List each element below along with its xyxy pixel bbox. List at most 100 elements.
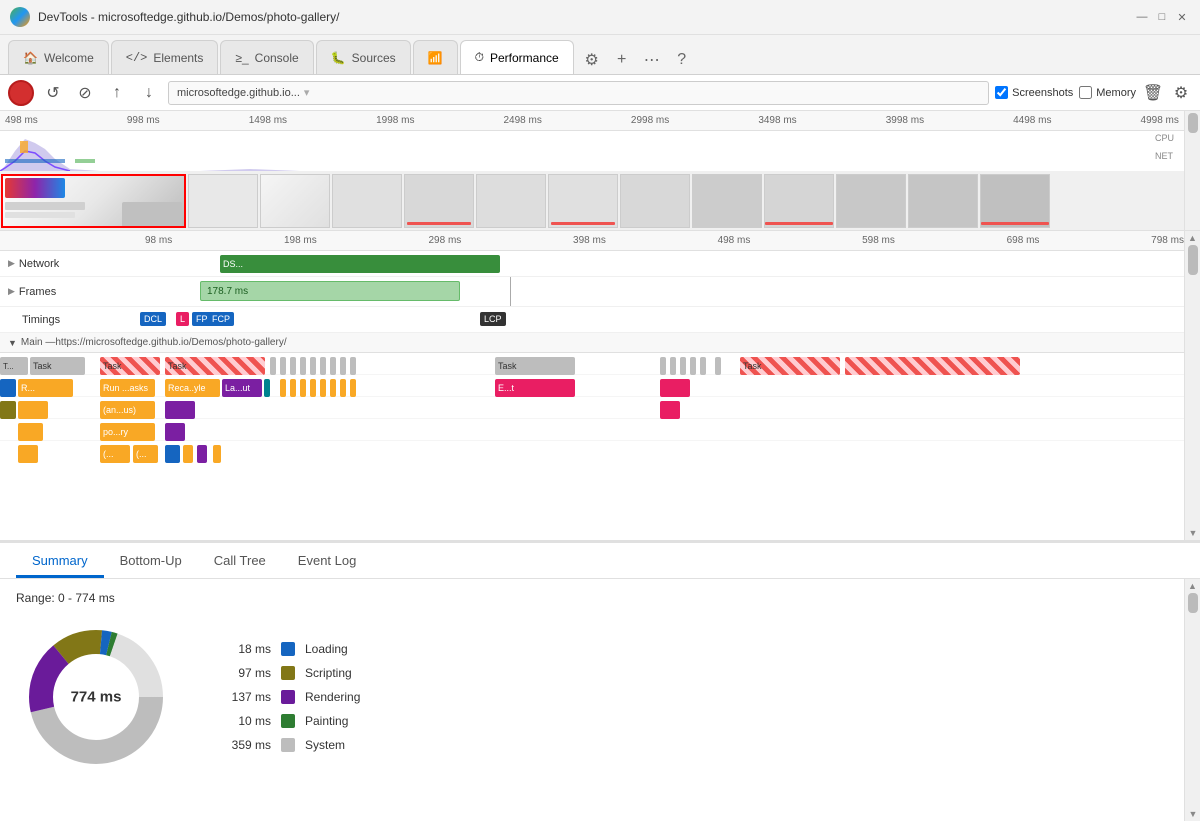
screenshot-thumb-6[interactable] (548, 174, 618, 228)
screenshot-thumb-10[interactable] (836, 174, 906, 228)
sub-task-r1[interactable]: R... (18, 379, 73, 397)
task-small4[interactable] (300, 357, 306, 375)
row5-an2[interactable]: (... (133, 445, 158, 463)
timing-lcp[interactable]: LCP (480, 312, 506, 326)
bottom-scrollbar[interactable]: ▲ ▼ (1184, 579, 1200, 821)
timings-track-content[interactable]: DCL L FP FCP LCP (140, 307, 1200, 332)
tab-console[interactable]: ≥_ Console (220, 40, 313, 74)
help-button[interactable]: ? (668, 46, 696, 74)
timeline-scrollbar-thumb[interactable] (1188, 245, 1198, 275)
url-chevron[interactable]: ▾ (304, 86, 310, 99)
task-small5[interactable] (310, 357, 316, 375)
network-expand-icon[interactable]: ▶ (8, 258, 15, 269)
tab-bottom-up[interactable]: Bottom-Up (104, 546, 198, 578)
new-tab-button[interactable]: + (608, 46, 636, 74)
bottom-scrollbar-thumb[interactable] (1188, 593, 1198, 613)
task-small14[interactable] (700, 357, 706, 375)
task-task6[interactable] (845, 357, 1020, 375)
task-task1[interactable]: Task (30, 357, 85, 375)
task-small6[interactable] (320, 357, 326, 375)
row4-y1[interactable] (18, 423, 43, 441)
tab-performance[interactable]: ⏱ Performance (460, 40, 574, 74)
task-small2[interactable] (280, 357, 286, 375)
task-task2[interactable]: Task (100, 357, 160, 375)
sub-task-et[interactable]: E...t (495, 379, 575, 397)
network-track-content[interactable]: DS... (140, 251, 1200, 276)
sub-task-y4[interactable] (310, 379, 316, 397)
tab-welcome[interactable]: 🏠 Welcome (8, 40, 109, 74)
sub-task-y2[interactable] (290, 379, 296, 397)
sub-task-run[interactable]: Run ...asks (100, 379, 155, 397)
screenshot-thumb-9[interactable] (764, 174, 834, 228)
row3-anus[interactable]: (an...us) (100, 401, 155, 419)
row3-y1[interactable] (18, 401, 48, 419)
settings-tab-button[interactable]: ⚙ (578, 46, 606, 74)
row5-pu1[interactable] (197, 445, 207, 463)
task-small13[interactable] (690, 357, 696, 375)
tab-elements[interactable]: </> Elements (111, 40, 219, 74)
main-collapse-icon[interactable]: ▼ (8, 338, 17, 348)
tab-sources[interactable]: 🐛 Sources (316, 40, 411, 74)
task-small12[interactable] (680, 357, 686, 375)
screenshot-thumb-3[interactable] (332, 174, 402, 228)
bottom-scroll-down[interactable]: ▼ (1185, 809, 1200, 819)
row5-y1[interactable] (18, 445, 38, 463)
row3-pu1[interactable] (165, 401, 195, 419)
frames-track-content[interactable]: 178.7 ms (140, 277, 1200, 306)
task-small8[interactable] (340, 357, 346, 375)
sub-task-y5[interactable] (320, 379, 326, 397)
row5-an1[interactable]: (... (100, 445, 130, 463)
sub-task-la[interactable]: La...ut (222, 379, 262, 397)
reload-button[interactable]: ↺ (40, 80, 66, 106)
scroll-up-icon[interactable]: ▲ (1185, 233, 1200, 243)
screenshot-thumb-0[interactable] (1, 174, 186, 228)
more-tabs-button[interactable]: ⋯ (638, 46, 666, 74)
screenshots-checkbox[interactable] (995, 86, 1008, 99)
task-t1[interactable]: T... (0, 357, 28, 375)
tab-event-log[interactable]: Event Log (282, 546, 373, 578)
memory-checkbox-label[interactable]: Memory (1079, 86, 1136, 99)
sub-task-y6[interactable] (330, 379, 336, 397)
task-small3[interactable] (290, 357, 296, 375)
row5-b1[interactable] (165, 445, 180, 463)
row4-po[interactable]: po...ry (100, 423, 155, 441)
sub-task-y8[interactable] (350, 379, 356, 397)
task-small7[interactable] (330, 357, 336, 375)
close-button[interactable]: ✕ (1174, 9, 1190, 25)
timing-dcl[interactable]: DCL (140, 312, 166, 326)
tab-network[interactable]: 📶 (413, 40, 458, 74)
download-button[interactable]: ↓ (136, 80, 162, 106)
minimize-button[interactable]: — (1134, 9, 1150, 25)
sub-task-t1[interactable] (264, 379, 270, 397)
overview-timeline[interactable]: 498 ms 998 ms 1498 ms 1998 ms 2498 ms 29… (0, 111, 1184, 230)
task-small10[interactable] (660, 357, 666, 375)
row5-y2[interactable] (183, 445, 193, 463)
task-task3[interactable]: Task (165, 357, 265, 375)
trash-button[interactable]: 🗑 (1142, 82, 1164, 104)
task-small11[interactable] (670, 357, 676, 375)
row4-pu1[interactable] (165, 423, 185, 441)
timing-l[interactable]: L (176, 312, 189, 326)
task-small15[interactable] (715, 357, 721, 375)
timeline-scrollbar[interactable]: ▲ ▼ (1184, 231, 1200, 540)
maximize-button[interactable]: □ (1154, 9, 1170, 25)
screenshots-checkbox-label[interactable]: Screenshots (995, 86, 1073, 99)
sub-task-y1[interactable] (280, 379, 286, 397)
settings-perf-button[interactable]: ⚙ (1170, 82, 1192, 104)
sub-task-y7[interactable] (340, 379, 346, 397)
tab-summary[interactable]: Summary (16, 546, 104, 578)
task-task4[interactable]: Task (495, 357, 575, 375)
screenshot-thumb-7[interactable] (620, 174, 690, 228)
frame-block[interactable]: 178.7 ms (200, 281, 460, 301)
row5-y3[interactable] (213, 445, 221, 463)
row3-b1[interactable] (0, 401, 16, 419)
tab-call-tree[interactable]: Call Tree (198, 546, 282, 578)
sub-task-y3[interactable] (300, 379, 306, 397)
screenshot-thumb-2[interactable] (260, 174, 330, 228)
bottom-scroll-up[interactable]: ▲ (1185, 581, 1200, 591)
sub-task-reca[interactable]: Reca..yle (165, 379, 220, 397)
sub-task-b1[interactable] (0, 379, 16, 397)
network-ds-block[interactable]: DS... (220, 255, 500, 273)
row3-pk1[interactable] (660, 401, 680, 419)
timing-fcp[interactable]: FCP (208, 312, 234, 326)
